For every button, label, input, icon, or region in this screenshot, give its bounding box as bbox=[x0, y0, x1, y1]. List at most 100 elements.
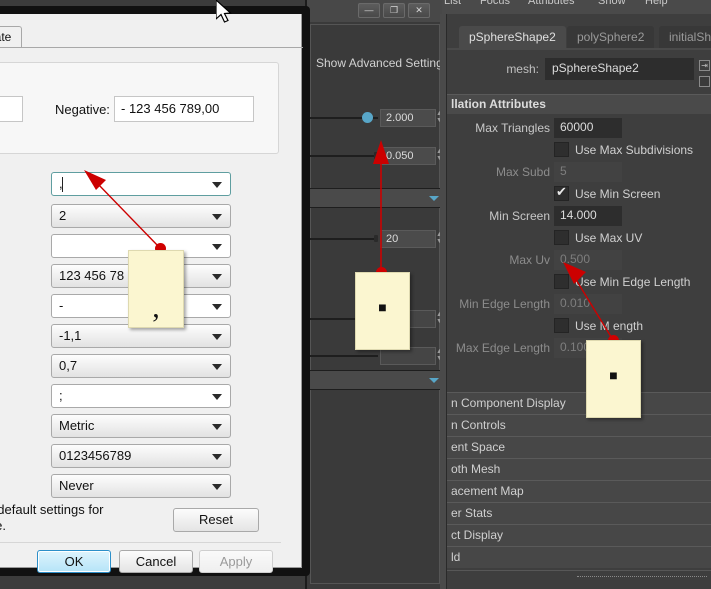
footer-rule bbox=[0, 542, 281, 543]
attr-row-use-min-edge-length[interactable]: Use Min Edge Length bbox=[447, 272, 711, 294]
checkbox-use-min-edge-length[interactable] bbox=[554, 274, 569, 289]
ok-button[interactable]: OK bbox=[37, 550, 111, 573]
chevron-down-icon-2 bbox=[429, 378, 439, 383]
display-leading-zeros-value: 0,7 bbox=[59, 358, 78, 373]
attr-row-use-max-subdivisions[interactable]: Use Max Subdivisions bbox=[447, 140, 711, 162]
slider-knob-2[interactable] bbox=[374, 152, 378, 159]
slider-row-2[interactable]: 0.050 ▲▼ bbox=[306, 147, 446, 165]
decimal-symbol-combo[interactable]: , bbox=[51, 172, 231, 196]
chevron-down-icon[interactable] bbox=[212, 244, 222, 250]
slider-track-2[interactable] bbox=[306, 155, 378, 157]
chevron-down-icon[interactable] bbox=[212, 304, 222, 310]
chevron-down-icon[interactable] bbox=[212, 484, 222, 490]
attr-row-use-max-uv[interactable]: Use Max UV bbox=[447, 228, 711, 250]
display-leading-zeros-combo[interactable]: 0,7 bbox=[51, 354, 231, 378]
standard-digits-value: 0123456789 bbox=[59, 448, 132, 463]
show-advanced-settings-label[interactable]: Show Advanced Settings bbox=[316, 56, 449, 70]
decimal-digits-combo[interactable]: 2 bbox=[51, 204, 231, 228]
section-header-tessellation[interactable]: llation Attributes bbox=[447, 94, 711, 114]
tab-initialshading[interactable]: initialSha bbox=[659, 26, 711, 48]
checkbox-use-max-uv[interactable] bbox=[554, 230, 569, 245]
attr-label-max-uv: Max Uv bbox=[509, 253, 550, 267]
attr-field-max-triangles[interactable]: 60000 bbox=[554, 118, 622, 138]
list-separator-value: ; bbox=[59, 388, 63, 403]
use-native-digits-combo[interactable]: Never bbox=[51, 474, 231, 498]
chevron-down-icon bbox=[429, 196, 439, 201]
slider-row-1[interactable]: 2.000 ▲▼ bbox=[306, 109, 446, 127]
reset-button[interactable]: Reset bbox=[173, 508, 259, 532]
section-controls[interactable]: n Controls bbox=[447, 414, 711, 436]
section-component-display[interactable]: n Component Display bbox=[447, 392, 711, 414]
numeric-field-3[interactable]: 20 bbox=[380, 230, 436, 248]
middle-panel-dropdown-2[interactable] bbox=[306, 370, 446, 390]
dialog-tab-strip: Date bbox=[0, 26, 303, 48]
select-node-icon[interactable]: ⇥ bbox=[699, 60, 710, 71]
menu-item-focus[interactable]: Focus bbox=[480, 0, 510, 7]
attr-field-min-screen[interactable]: 14.000 bbox=[554, 206, 622, 226]
attr-row-min-edge-length: Min Edge Length 0.010 bbox=[447, 294, 711, 316]
attr-label-min-screen: Min Screen bbox=[489, 209, 550, 223]
presets-icon[interactable] bbox=[699, 76, 710, 87]
section-displacement-map[interactable]: acement Map bbox=[447, 480, 711, 502]
apply-button[interactable]: Apply bbox=[199, 550, 273, 573]
attr-row-max-uv: Max Uv 0.500 bbox=[447, 250, 711, 272]
menu-item-help[interactable]: Help bbox=[645, 0, 668, 7]
mouse-cursor bbox=[216, 0, 232, 23]
use-native-digits-value: Never bbox=[59, 478, 94, 493]
tab-polysphere2[interactable]: polySphere2 bbox=[567, 26, 655, 48]
tab-underline bbox=[447, 48, 711, 50]
list-separator-combo[interactable]: ; bbox=[51, 384, 231, 408]
maximize-button[interactable]: ❐ bbox=[383, 3, 405, 18]
mesh-name-field[interactable]: pSphereShape2 bbox=[545, 58, 694, 80]
checkbox-use-max-subdivisions[interactable] bbox=[554, 142, 569, 157]
chevron-down-icon[interactable] bbox=[212, 274, 222, 280]
attr-row-min-screen: Min Screen 14.000 bbox=[447, 206, 711, 228]
chevron-down-icon[interactable] bbox=[212, 334, 222, 340]
close-button[interactable]: ✕ bbox=[408, 3, 430, 18]
standard-digits-combo[interactable]: 0123456789 bbox=[51, 444, 231, 468]
tab-psphereshape2[interactable]: pSphereShape2 bbox=[459, 26, 566, 48]
section-smooth-mesh[interactable]: oth Mesh bbox=[447, 458, 711, 480]
mesh-label: mesh: bbox=[506, 62, 539, 76]
menu-item-show[interactable]: Show bbox=[598, 0, 626, 7]
checkbox-use-max-edge-length[interactable] bbox=[554, 318, 569, 333]
attr-field-max-uv: 0.500 bbox=[554, 250, 622, 270]
measurement-system-value: Metric bbox=[59, 418, 95, 433]
section-tangent-space[interactable]: ent Space bbox=[447, 436, 711, 458]
slider-knob-1[interactable] bbox=[362, 112, 373, 123]
checkbox-use-min-screen[interactable] bbox=[554, 184, 569, 201]
menu-item-attributes[interactable]: Attributes bbox=[528, 0, 574, 7]
measurement-system-combo[interactable]: Metric bbox=[51, 414, 231, 438]
tab-date[interactable]: Date bbox=[0, 26, 23, 48]
annotation-note-middle-glyph: ■ bbox=[378, 301, 387, 316]
chevron-down-icon[interactable] bbox=[212, 364, 222, 370]
digit-grouping-value: 123 456 78 bbox=[59, 268, 125, 283]
attr-row-use-max-edge-length[interactable]: Use M ength bbox=[447, 316, 711, 338]
chevron-down-icon[interactable] bbox=[212, 214, 222, 220]
middle-panel-dropdown[interactable] bbox=[306, 188, 446, 208]
chevron-down-icon[interactable] bbox=[212, 182, 222, 188]
menu-item-list[interactable]: List bbox=[444, 0, 461, 7]
slider-row-3[interactable]: 20 ▲▼ bbox=[306, 230, 446, 248]
chevron-down-icon[interactable] bbox=[212, 454, 222, 460]
chevron-down-icon[interactable] bbox=[212, 424, 222, 430]
section-node-behaviour[interactable]: ld bbox=[447, 546, 711, 568]
chevron-down-icon[interactable] bbox=[212, 394, 222, 400]
slider-track-5[interactable] bbox=[306, 355, 378, 357]
decimal-digits-value: 2 bbox=[59, 208, 67, 223]
attr-label-use-max-subdivisions: Use Max Subdivisions bbox=[575, 143, 694, 157]
attr-row-use-min-screen[interactable]: Use Min Screen bbox=[447, 184, 711, 206]
attr-row-max-edge-length: Max Edge Length 0.100 bbox=[447, 338, 711, 360]
annotation-note-left-glyph: , bbox=[152, 291, 160, 324]
slider-knob-3[interactable] bbox=[374, 235, 378, 242]
cancel-button[interactable]: Cancel bbox=[119, 550, 193, 573]
dotted-separator bbox=[577, 576, 707, 577]
minimize-button[interactable]: — bbox=[358, 3, 380, 18]
slider-track-3[interactable] bbox=[306, 238, 378, 240]
section-render-stats[interactable]: er Stats bbox=[447, 502, 711, 524]
attr-label-max-triangles: Max Triangles bbox=[475, 121, 550, 135]
attribute-editor-panel: pSphereShape2 polySphere2 initialSha mes… bbox=[439, 14, 711, 589]
numeric-field-1[interactable]: 2.000 bbox=[380, 109, 436, 127]
numeric-field-2[interactable]: 0.050 bbox=[380, 147, 436, 165]
section-object-display[interactable]: ct Display bbox=[447, 524, 711, 546]
